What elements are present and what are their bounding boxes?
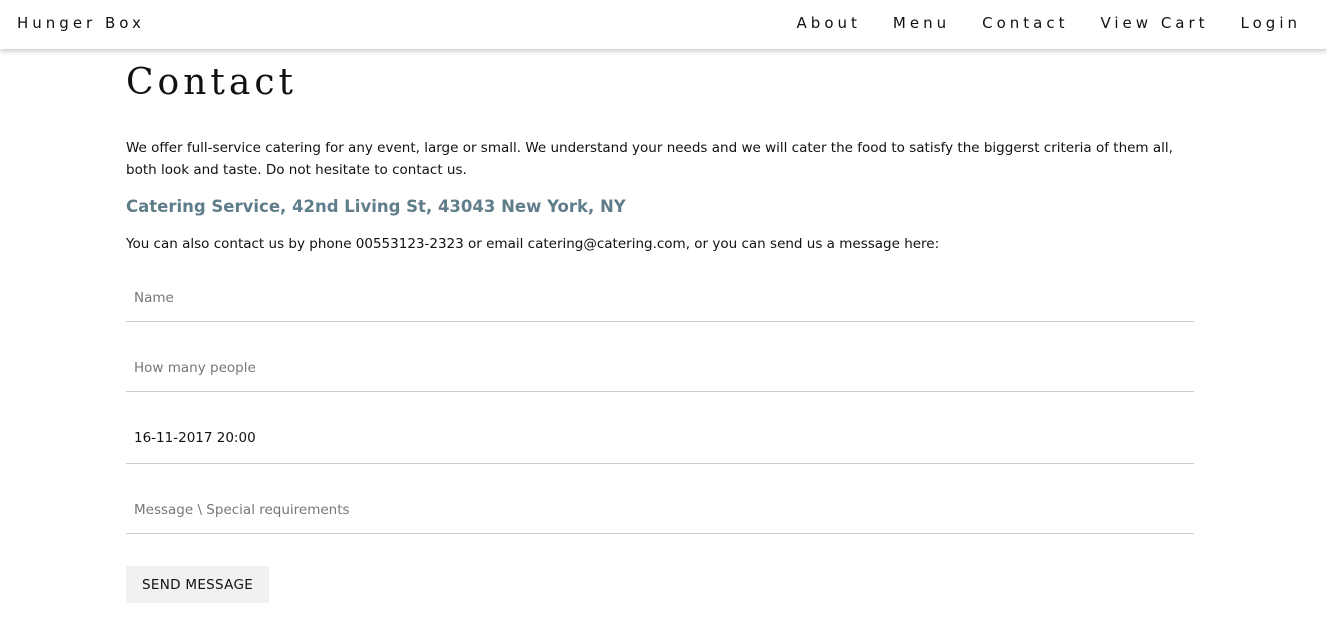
page-title: Contact [126,62,297,103]
top-navigation-bar: Hunger Box About Menu Contact View Cart … [0,0,1327,49]
nav-about[interactable]: About [797,14,861,32]
contact-section: Contact We offer full-service catering f… [126,49,1194,603]
datetime-input[interactable] [126,407,1194,464]
nav-login[interactable]: Login [1241,14,1301,32]
nav-menu: About Menu Contact View Cart Login [797,14,1301,32]
people-count-input[interactable] [126,337,1194,392]
brand-link[interactable]: Hunger Box [17,14,145,32]
intro-text: We offer full-service catering for any e… [126,140,1173,178]
nav-menu-link[interactable]: Menu [893,14,950,32]
send-message-button[interactable]: SEND MESSAGE [126,566,270,603]
contact-form: SEND MESSAGE [126,267,1194,603]
name-input[interactable] [126,267,1194,322]
contact-info-text: You can also contact us by phone 0055312… [126,236,940,252]
nav-contact[interactable]: Contact [982,14,1068,32]
message-input[interactable] [126,479,1194,534]
address-heading: Catering Service, 42nd Living St, 43043 … [126,197,626,216]
nav-view-cart[interactable]: View Cart [1100,14,1208,32]
